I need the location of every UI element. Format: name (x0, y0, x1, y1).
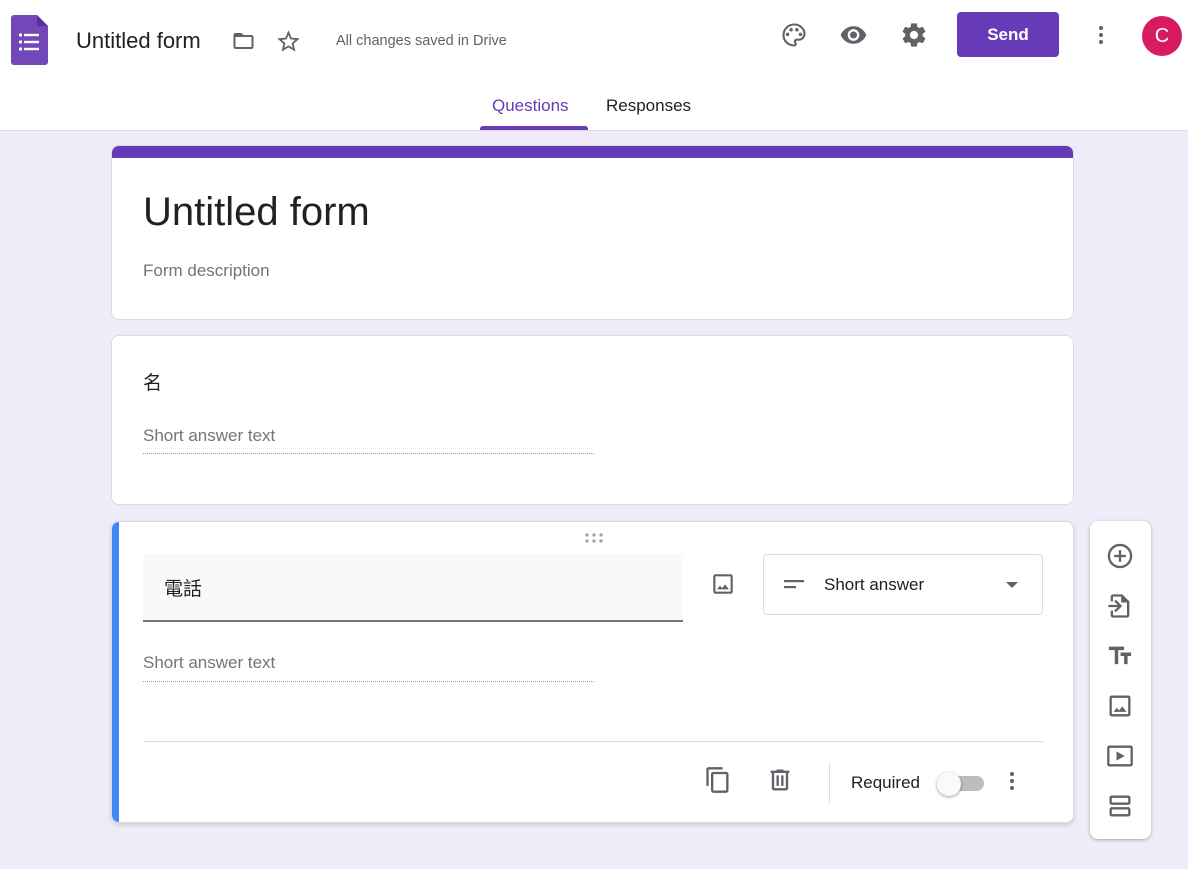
folder-icon[interactable] (230, 29, 257, 53)
dropdown-arrow-icon (1006, 582, 1018, 588)
question-title-input[interactable]: 電話 (143, 554, 683, 622)
side-toolbar (1090, 521, 1151, 839)
more-vert-icon[interactable] (1000, 768, 1024, 794)
active-tab-indicator (480, 126, 588, 130)
add-image-icon[interactable] (1106, 692, 1134, 720)
question-type-dropdown[interactable]: Short answer (763, 554, 1043, 615)
answer-underline (143, 681, 594, 682)
question-title[interactable]: 名 (143, 368, 162, 395)
form-title[interactable]: Untitled form (143, 190, 370, 235)
avatar[interactable]: C (1142, 16, 1182, 56)
forms-logo-icon[interactable] (11, 15, 48, 65)
drag-handle-icon[interactable] (584, 532, 604, 544)
tab-responses[interactable]: Responses (606, 96, 691, 116)
answer-underline (143, 453, 594, 454)
top-bar: Untitled form All changes saved in Drive… (0, 0, 1188, 131)
required-label: Required (851, 773, 920, 792)
short-answer-placeholder: Short answer text (143, 426, 276, 445)
import-questions-icon[interactable] (1106, 592, 1134, 620)
question-title: 電話 (164, 579, 203, 600)
form-description-field[interactable]: Form description (143, 261, 270, 281)
active-question-indicator (112, 522, 119, 822)
duplicate-icon[interactable] (704, 766, 732, 794)
save-status: All changes saved in Drive (336, 33, 507, 49)
short-answer-placeholder: Short answer text (143, 653, 276, 672)
theme-accent-bar (112, 146, 1073, 158)
short-text-icon (784, 580, 804, 589)
add-image-icon[interactable] (710, 571, 736, 597)
palette-icon[interactable] (780, 21, 808, 49)
more-vert-icon[interactable] (1089, 22, 1113, 48)
footer-separator (829, 763, 830, 803)
trash-icon[interactable] (766, 766, 794, 794)
star-icon[interactable] (275, 28, 302, 55)
question-card[interactable]: 名 Short answer text (111, 335, 1074, 505)
active-question-card[interactable]: 電話 Short answer Short answer text Requir… (111, 521, 1074, 823)
add-video-icon[interactable] (1106, 742, 1134, 770)
question-footer-divider (143, 741, 1043, 742)
gear-icon[interactable] (900, 21, 928, 49)
question-type-label: Short answer (824, 575, 925, 594)
send-button[interactable]: Send (957, 12, 1059, 57)
add-section-icon[interactable] (1106, 792, 1134, 820)
eye-icon[interactable] (839, 21, 868, 49)
form-header-card: Untitled form Form description (111, 145, 1074, 320)
tab-questions[interactable]: Questions (492, 96, 569, 116)
required-toggle-thumb[interactable] (937, 772, 961, 796)
add-title-icon[interactable] (1106, 642, 1134, 670)
document-title[interactable]: Untitled form (76, 28, 201, 54)
add-question-icon[interactable] (1106, 542, 1134, 570)
